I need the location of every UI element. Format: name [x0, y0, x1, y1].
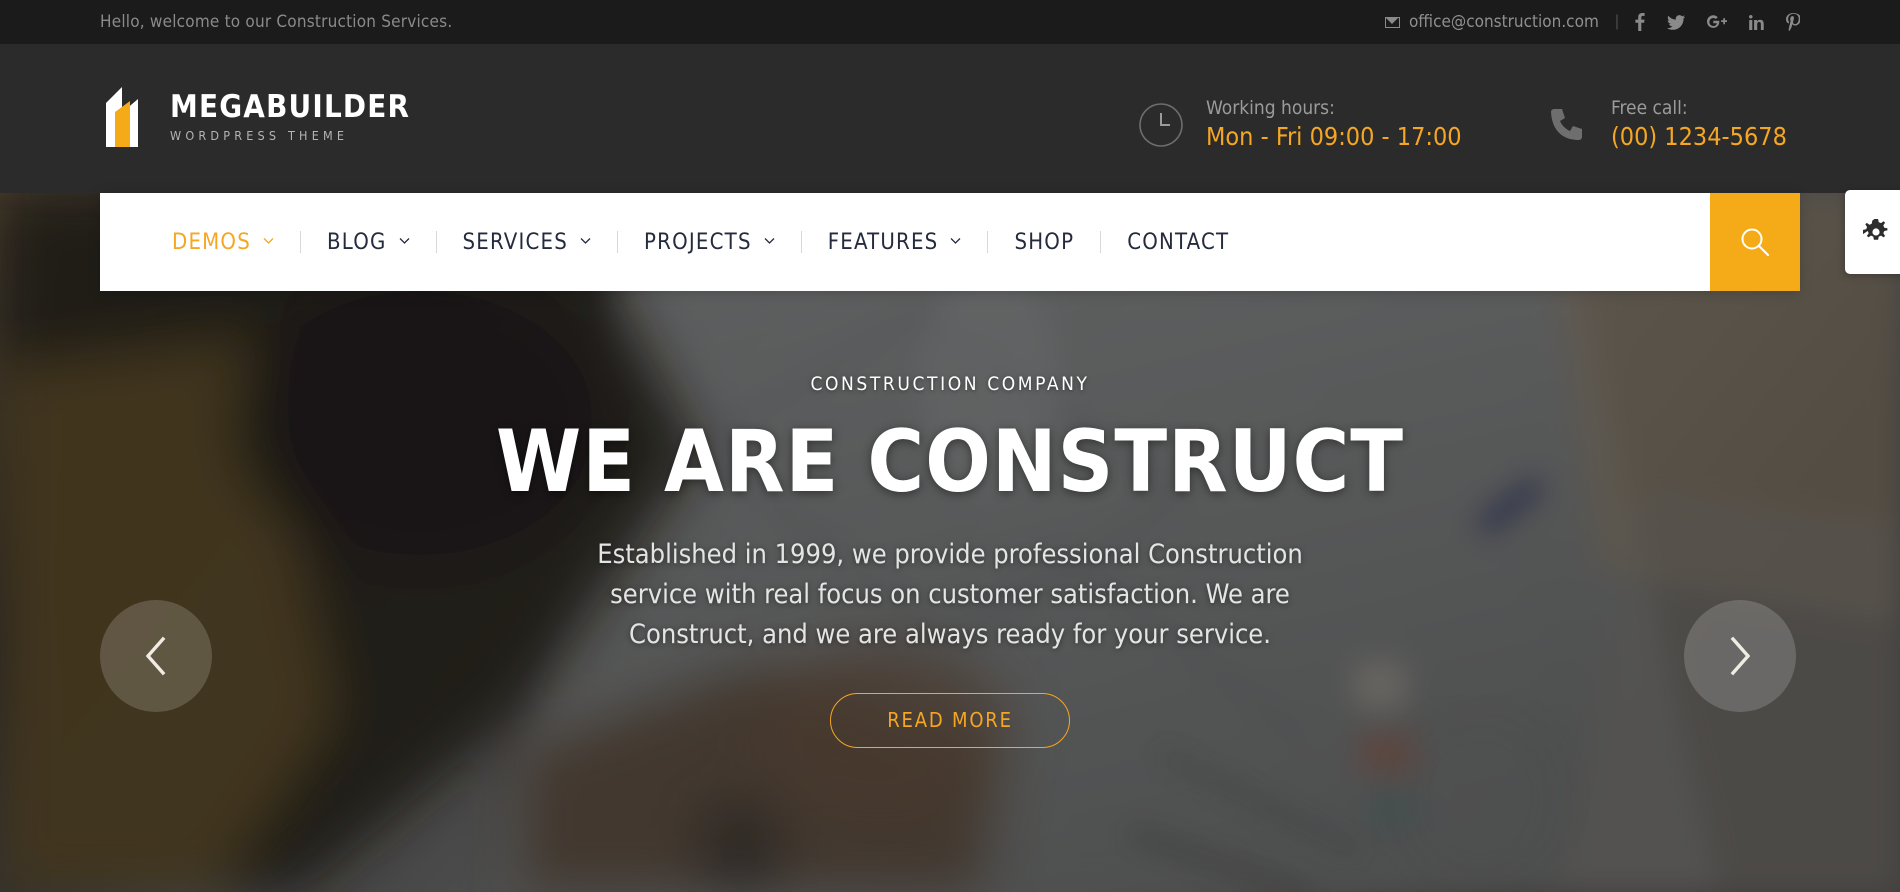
hero-slider: CONSTRUCTION COMPANY WE ARE CONSTRUCT Es… — [0, 193, 1900, 892]
logo-subtitle: WORDPRESS THEME — [170, 127, 349, 143]
nav-item-contact[interactable]: CONTACT — [1127, 230, 1229, 255]
hero-description: Established in 1999, we provide professi… — [597, 539, 1303, 650]
nav-divider — [987, 231, 989, 253]
slider-next-button[interactable] — [1684, 600, 1796, 712]
nav-label-contact: CONTACT — [1127, 229, 1230, 255]
free-call-label: Free call: — [1611, 97, 1688, 119]
working-hours-block: Working hours: Mon - Fri 09:00 - 17:00 — [1138, 97, 1462, 153]
gear-icon — [1863, 219, 1889, 245]
welcome-message: Hello, welcome to our Construction Servi… — [100, 12, 453, 32]
nav-item-features[interactable]: FEATURES — [828, 230, 962, 255]
building-logo-icon — [100, 81, 148, 153]
nav-divider — [299, 231, 301, 253]
nav-label-blog: BLOG — [326, 229, 387, 255]
nav-item-shop[interactable]: SHOP — [1014, 230, 1074, 255]
chevron-right-icon — [1727, 636, 1753, 676]
nav-divider — [800, 231, 802, 253]
settings-tab-button[interactable] — [1845, 190, 1900, 274]
nav-item-blog[interactable]: BLOG — [327, 230, 410, 255]
working-hours-text: Working hours: Mon - Fri 09:00 - 17:00 — [1206, 97, 1462, 153]
twitter-icon[interactable] — [1667, 14, 1685, 30]
nav-item-projects[interactable]: PROJECTS — [644, 230, 775, 255]
chevron-left-icon — [143, 636, 169, 676]
top-bar-separator: | — [1614, 13, 1619, 30]
social-links — [1635, 13, 1800, 31]
nav-label-services: SERVICES — [462, 229, 569, 255]
phone-icon — [1545, 103, 1589, 147]
site-logo[interactable]: MEGABUILDER WORDPRESS THEME — [100, 81, 410, 153]
logo-text: MEGABUILDER WORDPRESS THEME — [170, 88, 411, 143]
logo-title: MEGABUILDER — [170, 88, 411, 125]
email-link[interactable]: office@construction.com — [1409, 12, 1599, 32]
clock-icon — [1138, 102, 1184, 148]
nav-divider — [1100, 231, 1102, 253]
free-call-text: Free call: (00) 1234-5678 — [1611, 97, 1787, 153]
search-button[interactable] — [1710, 193, 1800, 291]
nav-label-shop: SHOP — [1014, 229, 1075, 255]
hero-title: WE ARE CONSTRUCT — [495, 412, 1405, 512]
chevron-down-icon — [764, 235, 775, 246]
chevron-down-icon — [399, 235, 410, 246]
hero-kicker: CONSTRUCTION COMPANY — [810, 373, 1090, 395]
hero-content: CONSTRUCTION COMPANY WE ARE CONSTRUCT Es… — [0, 193, 1900, 892]
working-hours-value: Mon - Fri 09:00 - 17:00 — [1206, 121, 1462, 151]
main-navigation: DEMOS BLOG SERVICES PROJECTS FEATURES SH… — [100, 193, 1800, 291]
facebook-icon[interactable] — [1635, 13, 1645, 31]
google-plus-icon[interactable] — [1707, 15, 1727, 29]
nav-item-services[interactable]: SERVICES — [463, 230, 592, 255]
nav-item-demos[interactable]: DEMOS — [172, 230, 274, 255]
chevron-down-icon — [580, 235, 591, 246]
nav-item-list: DEMOS BLOG SERVICES PROJECTS FEATURES SH… — [100, 193, 1710, 291]
free-call-value: (00) 1234-5678 — [1611, 121, 1787, 151]
site-header: MEGABUILDER WORDPRESS THEME Working hour… — [0, 45, 1900, 193]
nav-divider — [435, 231, 437, 253]
nav-label-features: FEATURES — [827, 229, 939, 255]
chevron-down-icon — [263, 235, 274, 246]
slider-prev-button[interactable] — [100, 600, 212, 712]
chevron-down-icon — [950, 235, 961, 246]
top-bar: Hello, welcome to our Construction Servi… — [0, 0, 1900, 45]
mail-icon — [1384, 16, 1400, 28]
search-icon — [1738, 225, 1772, 259]
nav-divider — [617, 231, 619, 253]
pinterest-icon[interactable] — [1786, 13, 1800, 31]
free-call-block: Free call: (00) 1234-5678 — [1545, 97, 1787, 153]
linkedin-icon[interactable] — [1749, 14, 1764, 30]
nav-label-demos: DEMOS — [172, 229, 251, 255]
nav-label-projects: PROJECTS — [644, 229, 752, 255]
working-hours-label: Working hours: — [1206, 97, 1335, 119]
read-more-button[interactable]: READ MORE — [830, 692, 1070, 748]
top-bar-right: office@construction.com | — [1384, 12, 1800, 32]
